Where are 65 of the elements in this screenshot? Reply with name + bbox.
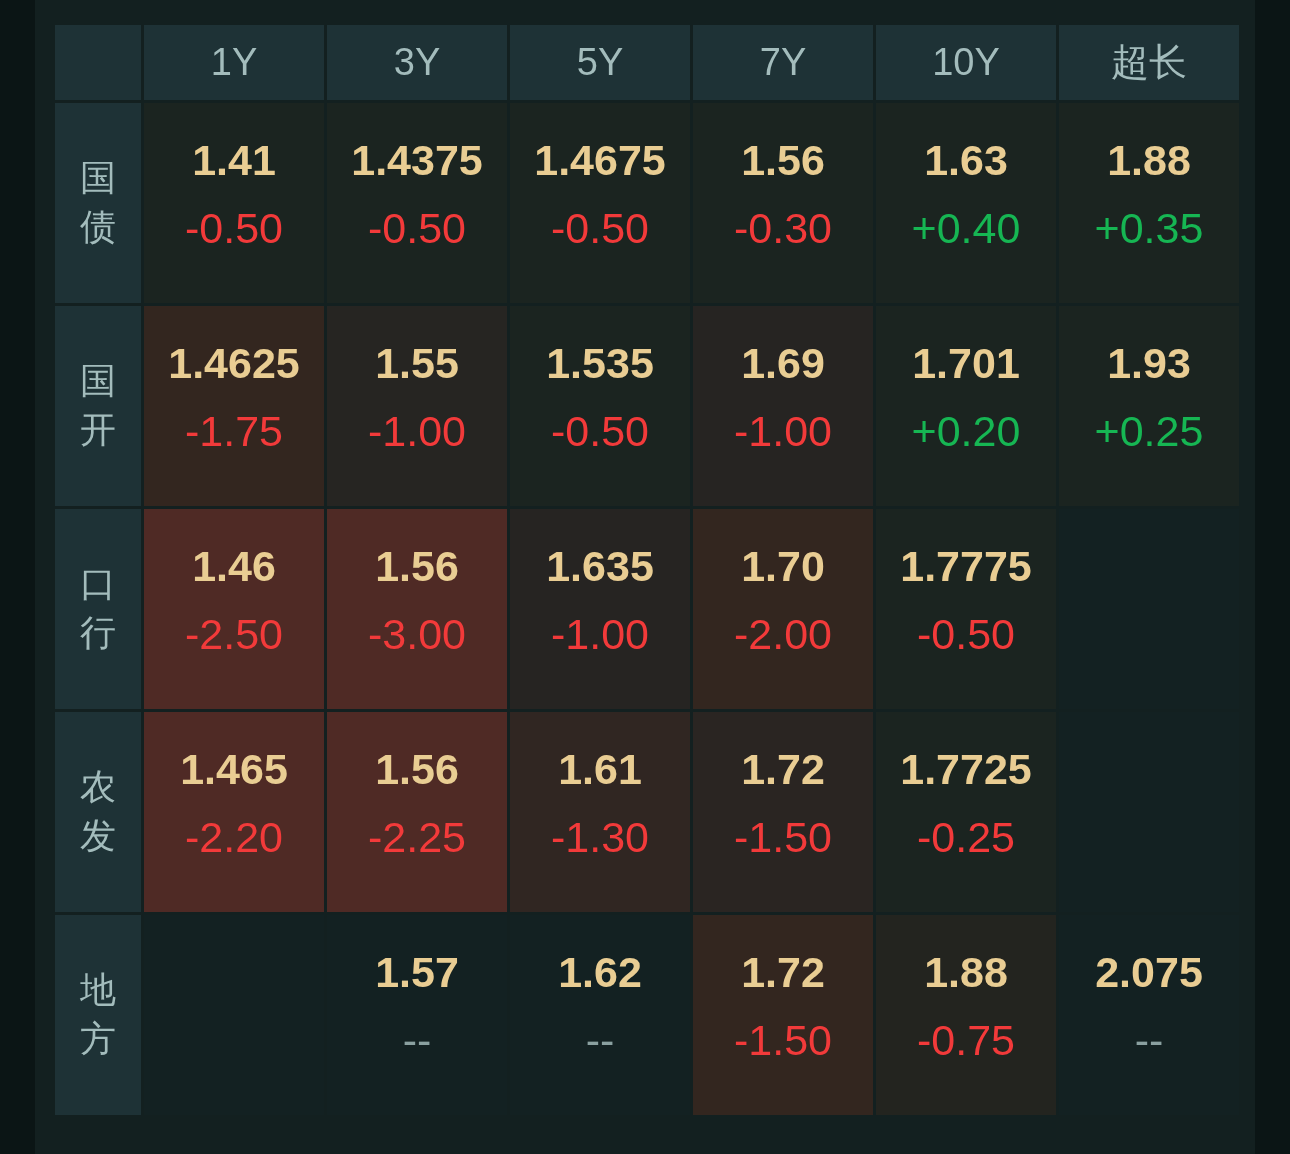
yield-value: 1.535 [546,338,654,389]
change-value: -0.50 [917,609,1015,660]
change-value: -1.00 [368,406,466,457]
change-value: -- [1134,1015,1164,1066]
row-label: 国开 [55,306,141,506]
yield-value: 1.72 [741,947,825,998]
change-value: -2.50 [185,609,283,660]
yield-value: 1.69 [741,338,825,389]
column-header: 3Y [327,25,507,100]
yield-value: 1.4675 [534,135,666,186]
change-value: -0.75 [917,1015,1015,1066]
change-value: +0.25 [1094,406,1204,457]
yield-value: 1.56 [741,135,825,186]
yield-value: 1.7725 [900,744,1032,795]
change-value: -0.50 [551,406,649,457]
row-label: 国债 [55,103,141,303]
yield-value: 1.4625 [168,338,300,389]
yield-value: 1.701 [912,338,1020,389]
change-value: -1.00 [734,406,832,457]
change-value: +0.40 [911,203,1021,254]
change-value: -2.25 [368,812,466,863]
change-value: -- [585,1015,615,1066]
change-value: -0.50 [551,203,649,254]
row-label: 口行 [55,509,141,709]
yield-value: 1.7775 [900,541,1032,592]
change-value: -0.30 [734,203,832,254]
change-value: +0.35 [1094,203,1204,254]
yield-value: 1.4375 [351,135,483,186]
yield-value: 1.72 [741,744,825,795]
column-header: 超长 [1059,25,1239,100]
change-value: -1.50 [734,812,832,863]
yield-value: 1.635 [546,541,654,592]
change-value: -2.20 [185,812,283,863]
change-value: -1.75 [185,406,283,457]
yield-value: 1.88 [1107,135,1191,186]
change-value: -1.30 [551,812,649,863]
change-value: -0.50 [185,203,283,254]
yield-value: 1.56 [375,744,459,795]
column-header: 5Y [510,25,690,100]
change-value: -0.25 [917,812,1015,863]
yield-value: 1.57 [375,947,459,998]
change-value: -0.50 [368,203,466,254]
change-value: -1.50 [734,1015,832,1066]
column-header: 1Y [144,25,324,100]
change-value: -2.00 [734,609,832,660]
row-label: 地方 [55,915,141,1115]
yield-value: 1.465 [180,744,288,795]
change-value: -3.00 [368,609,466,660]
change-value: -- [402,1015,432,1066]
yield-value: 1.62 [558,947,642,998]
column-header: 10Y [876,25,1056,100]
yield-value: 1.70 [741,541,825,592]
column-header: 7Y [693,25,873,100]
yield-value: 1.88 [924,947,1008,998]
yield-value: 1.55 [375,338,459,389]
row-label: 农发 [55,712,141,912]
yield-value: 1.46 [192,541,276,592]
yield-value: 1.93 [1107,338,1191,389]
change-value: -1.00 [551,609,649,660]
change-value: +0.20 [911,406,1021,457]
yield-value: 2.075 [1095,947,1203,998]
yield-value: 1.63 [924,135,1008,186]
yield-value: 1.56 [375,541,459,592]
yield-value: 1.61 [558,744,642,795]
yield-value: 1.41 [192,135,276,186]
